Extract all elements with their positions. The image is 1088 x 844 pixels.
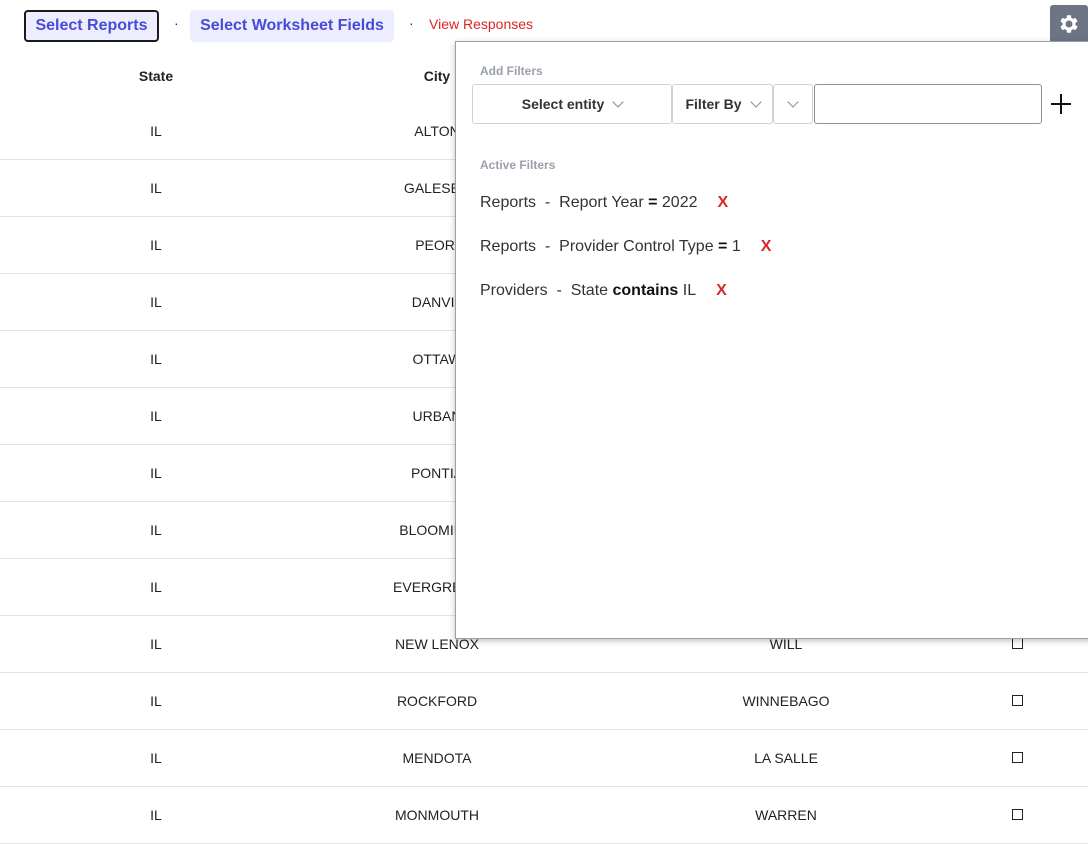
chevron-down-icon — [612, 95, 624, 108]
cell-county: WINNEBAGO — [742, 693, 830, 709]
table-row: IL MENDOTA LA SALLE — [0, 730, 1088, 787]
filter-operator: contains — [612, 282, 679, 299]
row-checkbox[interactable] — [1012, 638, 1023, 649]
filter-entity: Reports — [480, 194, 537, 211]
filter-value: 2022 — [661, 194, 698, 211]
cell-state: IL — [150, 579, 162, 595]
column-header-state[interactable]: State — [139, 68, 173, 84]
table-row: IL ROCKFORD WINNEBAGO — [0, 673, 1088, 730]
remove-filter-button[interactable]: X — [716, 282, 727, 299]
cell-city: ALTON — [414, 123, 460, 139]
table-row: IL MONMOUTH WARREN — [0, 787, 1088, 844]
filter-value: 1 — [731, 238, 741, 255]
row-checkbox[interactable] — [1012, 809, 1023, 820]
cell-state: IL — [150, 123, 162, 139]
cell-state: IL — [150, 636, 162, 652]
cell-state: IL — [150, 294, 162, 310]
remove-filter-button[interactable]: X — [718, 194, 729, 211]
cell-county: WARREN — [755, 807, 817, 823]
filter-operator: = — [718, 238, 728, 255]
filter-panel: Add Filters Select entity Filter By Acti… — [455, 41, 1088, 639]
cell-city: ROCKFORD — [396, 693, 478, 709]
cell-state: IL — [150, 693, 162, 709]
select-worksheet-fields-button[interactable]: Select Worksheet Fields — [190, 10, 394, 42]
add-filters-label: Add Filters — [480, 64, 543, 78]
active-filters-label: Active Filters — [480, 158, 556, 172]
filter-field: Provider Control Type — [559, 238, 714, 255]
cell-state: IL — [150, 351, 162, 367]
filter-by-label: Filter By — [685, 96, 742, 112]
active-filter: Reports - Provider Control Type = 1X — [480, 238, 772, 255]
entity-select[interactable]: Select entity — [472, 84, 672, 124]
cell-state: IL — [150, 180, 162, 196]
filter-value-input[interactable] — [814, 84, 1042, 124]
cell-city: PEORI — [415, 237, 459, 253]
select-reports-button[interactable]: Select Reports — [24, 10, 159, 42]
cell-state: IL — [150, 807, 162, 823]
row-checkbox[interactable] — [1012, 695, 1023, 706]
filter-field: Report Year — [559, 194, 644, 211]
filter-entity: Reports — [480, 238, 537, 255]
settings-button[interactable] — [1050, 5, 1088, 43]
cell-state: IL — [150, 522, 162, 538]
chevron-down-icon — [749, 95, 762, 108]
remove-filter-button[interactable]: X — [761, 238, 772, 255]
filter-field: State — [570, 282, 609, 299]
active-filter: Reports - Report Year = 2022 X — [480, 194, 729, 211]
cell-city: MENDOTA — [402, 750, 472, 766]
cell-state: IL — [150, 750, 162, 766]
filter-by-select[interactable]: Filter By — [672, 84, 773, 124]
cell-state: IL — [150, 408, 162, 424]
operator-select[interactable] — [773, 84, 813, 124]
nav-separator: · — [409, 15, 414, 31]
entity-select-label: Select entity — [521, 96, 605, 112]
row-checkbox[interactable] — [1012, 752, 1023, 763]
view-responses-link[interactable]: View Responses — [429, 16, 533, 32]
filter-value: IL — [682, 282, 697, 299]
nav-separator: · — [174, 15, 179, 31]
filter-operator: = — [648, 194, 658, 211]
active-filter: Providers - State contains IL X — [480, 282, 727, 299]
cell-county: LA SALLE — [754, 750, 818, 766]
cell-state: IL — [150, 237, 162, 253]
cell-city: MONMOUTH — [395, 807, 479, 823]
filter-entity: Providers — [480, 282, 548, 299]
gear-icon — [1060, 15, 1078, 33]
plus-icon[interactable] — [1049, 92, 1073, 116]
column-header-city[interactable]: City — [424, 68, 450, 84]
chevron-down-icon — [787, 95, 799, 108]
cell-state: IL — [150, 465, 162, 481]
